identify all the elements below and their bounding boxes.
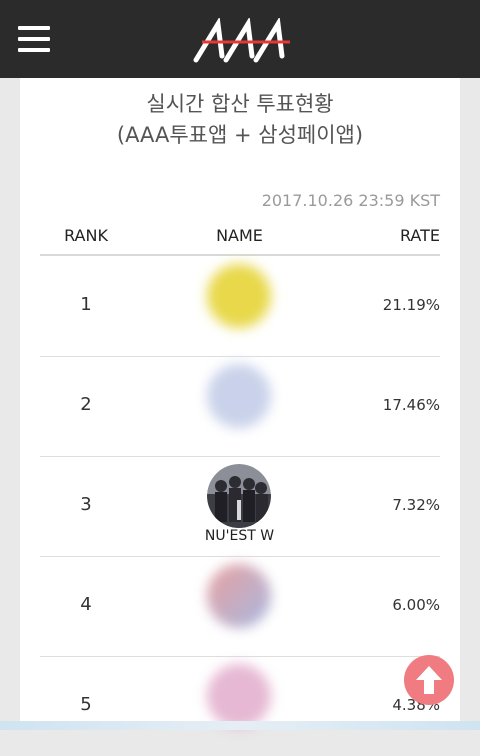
row-rank: 1 <box>80 294 92 315</box>
row-rank: 4 <box>80 594 92 615</box>
vote-status-card: 실시간 합산 투표현황 (AAA투표앱 + 삼성페이앱) 2017.10.26 … <box>20 78 460 730</box>
table-row[interactable]: 2 17.46% <box>40 356 440 457</box>
aaa-logo-icon[interactable] <box>188 18 292 64</box>
header-name: NAME <box>216 226 263 245</box>
table-row[interactable]: 5 4.38% <box>40 656 440 756</box>
table-row[interactable]: 3 NU'EST W 7.32% <box>40 456 440 557</box>
artist-avatar <box>207 664 271 728</box>
bottom-strip <box>0 721 480 730</box>
table-header: RANK NAME RATE <box>40 224 440 256</box>
header-rank: RANK <box>64 226 108 245</box>
artist-name: NU'EST W <box>204 528 275 544</box>
arrow-up-icon <box>416 666 442 694</box>
header-rate: RATE <box>399 226 440 245</box>
scroll-to-top-button[interactable] <box>404 655 454 705</box>
row-rate: 21.19% <box>382 296 440 314</box>
row-rank: 3 <box>80 494 92 515</box>
timestamp: 2017.10.26 23:59 KST <box>261 191 440 210</box>
artist-avatar <box>207 264 271 328</box>
artist-avatar <box>207 364 271 428</box>
row-rank: 5 <box>80 694 92 715</box>
top-nav-bar <box>0 0 480 78</box>
artist-avatar <box>207 564 271 628</box>
artist-avatar <box>207 464 271 528</box>
table-row[interactable]: 1 21.19% <box>40 256 440 357</box>
row-rank: 2 <box>80 394 92 415</box>
row-rate: 7.32% <box>392 496 440 514</box>
row-rate: 6.00% <box>392 596 440 614</box>
table-row[interactable]: 4 6.00% <box>40 556 440 657</box>
hamburger-menu-icon[interactable] <box>18 26 50 52</box>
page-title: 실시간 합산 투표현황 <box>146 92 334 116</box>
page-subtitle: (AAA투표앱 + 삼성페이앱) <box>116 123 364 147</box>
row-rate: 17.46% <box>382 396 440 414</box>
